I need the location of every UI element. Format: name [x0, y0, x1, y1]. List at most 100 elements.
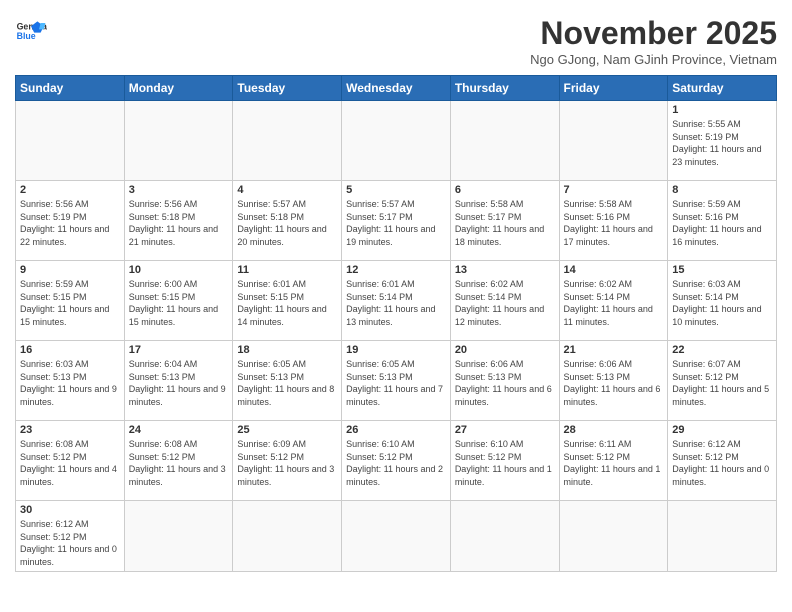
day-number: 26: [346, 424, 446, 436]
calendar-day-cell: [124, 501, 233, 572]
day-info: Sunrise: 6:09 AM Sunset: 5:12 PM Dayligh…: [237, 438, 337, 488]
day-info: Sunrise: 6:12 AM Sunset: 5:12 PM Dayligh…: [672, 438, 772, 488]
calendar-day-cell: [233, 101, 342, 181]
calendar-day-cell: 12 Sunrise: 6:01 AM Sunset: 5:14 PM Dayli…: [342, 261, 451, 341]
day-info: Sunrise: 6:01 AM Sunset: 5:15 PM Dayligh…: [237, 278, 337, 328]
column-header-thursday: Thursday: [450, 76, 559, 101]
day-info: Sunrise: 6:02 AM Sunset: 5:14 PM Dayligh…: [564, 278, 664, 328]
calendar-week-row: 1 Sunrise: 5:55 AM Sunset: 5:19 PM Daylig…: [16, 101, 777, 181]
calendar-day-cell: 25 Sunrise: 6:09 AM Sunset: 5:12 PM Dayli…: [233, 421, 342, 501]
day-number: 16: [20, 344, 120, 356]
day-number: 15: [672, 264, 772, 276]
day-info: Sunrise: 5:56 AM Sunset: 5:19 PM Dayligh…: [20, 198, 120, 248]
calendar-day-cell: [559, 101, 668, 181]
calendar-day-cell: 29 Sunrise: 6:12 AM Sunset: 5:12 PM Dayli…: [668, 421, 777, 501]
calendar-week-row: 16 Sunrise: 6:03 AM Sunset: 5:13 PM Dayli…: [16, 341, 777, 421]
day-info: Sunrise: 6:02 AM Sunset: 5:14 PM Dayligh…: [455, 278, 555, 328]
day-info: Sunrise: 5:58 AM Sunset: 5:17 PM Dayligh…: [455, 198, 555, 248]
calendar-day-cell: 9Sunrise: 5:59 AM Sunset: 5:15 PM Daylig…: [16, 261, 125, 341]
calendar-day-cell: [16, 101, 125, 181]
day-info: Sunrise: 6:10 AM Sunset: 5:12 PM Dayligh…: [346, 438, 446, 488]
day-number: 25: [237, 424, 337, 436]
day-info: Sunrise: 5:56 AM Sunset: 5:18 PM Dayligh…: [129, 198, 229, 248]
column-header-friday: Friday: [559, 76, 668, 101]
calendar-day-cell: [124, 101, 233, 181]
day-info: Sunrise: 6:07 AM Sunset: 5:12 PM Dayligh…: [672, 358, 772, 408]
day-info: Sunrise: 6:03 AM Sunset: 5:13 PM Dayligh…: [20, 358, 120, 408]
day-number: 30: [20, 504, 120, 516]
day-info: Sunrise: 6:10 AM Sunset: 5:12 PM Dayligh…: [455, 438, 555, 488]
day-number: 2: [20, 184, 120, 196]
logo-icon: General Blue: [15, 15, 47, 47]
day-info: Sunrise: 6:01 AM Sunset: 5:14 PM Dayligh…: [346, 278, 446, 328]
calendar-week-row: 30 Sunrise: 6:12 AM Sunset: 5:12 PM Dayli…: [16, 501, 777, 572]
day-number: 21: [564, 344, 664, 356]
calendar-day-cell: [668, 501, 777, 572]
column-header-tuesday: Tuesday: [233, 76, 342, 101]
calendar-day-cell: 24 Sunrise: 6:08 AM Sunset: 5:12 PM Dayli…: [124, 421, 233, 501]
day-number: 8: [672, 184, 772, 196]
day-number: 14: [564, 264, 664, 276]
calendar-day-cell: [559, 501, 668, 572]
day-number: 28: [564, 424, 664, 436]
day-info: Sunrise: 6:06 AM Sunset: 5:13 PM Dayligh…: [564, 358, 664, 408]
day-number: 24: [129, 424, 229, 436]
calendar-day-cell: 16 Sunrise: 6:03 AM Sunset: 5:13 PM Dayli…: [16, 341, 125, 421]
day-number: 29: [672, 424, 772, 436]
day-info: Sunrise: 6:12 AM Sunset: 5:12 PM Dayligh…: [20, 518, 120, 568]
day-number: 11: [237, 264, 337, 276]
calendar-day-cell: 26 Sunrise: 6:10 AM Sunset: 5:12 PM Dayli…: [342, 421, 451, 501]
day-number: 19: [346, 344, 446, 356]
day-number: 9: [20, 264, 120, 276]
day-info: Sunrise: 6:04 AM Sunset: 5:13 PM Dayligh…: [129, 358, 229, 408]
calendar-day-cell: 6Sunrise: 5:58 AM Sunset: 5:17 PM Daylig…: [450, 181, 559, 261]
day-number: 18: [237, 344, 337, 356]
day-number: 17: [129, 344, 229, 356]
title-block: November 2025 Ngo GJong, Nam GJinh Provi…: [530, 15, 777, 67]
calendar-day-cell: [450, 501, 559, 572]
day-info: Sunrise: 6:08 AM Sunset: 5:12 PM Dayligh…: [129, 438, 229, 488]
calendar-day-cell: 28Sunrise: 6:11 AM Sunset: 5:12 PM Dayli…: [559, 421, 668, 501]
day-info: Sunrise: 6:08 AM Sunset: 5:12 PM Dayligh…: [20, 438, 120, 488]
day-number: 20: [455, 344, 555, 356]
day-number: 27: [455, 424, 555, 436]
calendar-day-cell: 13 Sunrise: 6:02 AM Sunset: 5:14 PM Dayli…: [450, 261, 559, 341]
day-number: 10: [129, 264, 229, 276]
calendar-day-cell: [342, 501, 451, 572]
day-info: Sunrise: 5:59 AM Sunset: 5:16 PM Dayligh…: [672, 198, 772, 248]
day-number: 1: [672, 104, 772, 116]
calendar-day-cell: [450, 101, 559, 181]
day-info: Sunrise: 5:57 AM Sunset: 5:17 PM Dayligh…: [346, 198, 446, 248]
logo: General Blue: [15, 15, 47, 47]
day-info: Sunrise: 5:57 AM Sunset: 5:18 PM Dayligh…: [237, 198, 337, 248]
day-number: 22: [672, 344, 772, 356]
calendar-header-row: SundayMondayTuesdayWednesdayThursdayFrid…: [16, 76, 777, 101]
svg-text:Blue: Blue: [17, 31, 36, 41]
month-title: November 2025: [530, 15, 777, 52]
day-number: 23: [20, 424, 120, 436]
day-number: 12: [346, 264, 446, 276]
calendar-week-row: 9Sunrise: 5:59 AM Sunset: 5:15 PM Daylig…: [16, 261, 777, 341]
page-header: General Blue November 2025 Ngo GJong, Na…: [15, 15, 777, 67]
calendar-table: SundayMondayTuesdayWednesdayThursdayFrid…: [15, 75, 777, 572]
day-number: 4: [237, 184, 337, 196]
calendar-week-row: 23 Sunrise: 6:08 AM Sunset: 5:12 PM Dayli…: [16, 421, 777, 501]
calendar-day-cell: 14 Sunrise: 6:02 AM Sunset: 5:14 PM Dayli…: [559, 261, 668, 341]
calendar-day-cell: 19Sunrise: 6:05 AM Sunset: 5:13 PM Dayli…: [342, 341, 451, 421]
calendar-day-cell: 22 Sunrise: 6:07 AM Sunset: 5:12 PM Dayli…: [668, 341, 777, 421]
day-info: Sunrise: 6:06 AM Sunset: 5:13 PM Dayligh…: [455, 358, 555, 408]
calendar-day-cell: 23 Sunrise: 6:08 AM Sunset: 5:12 PM Dayli…: [16, 421, 125, 501]
calendar-day-cell: 2 Sunrise: 5:56 AM Sunset: 5:19 PM Daylig…: [16, 181, 125, 261]
day-number: 13: [455, 264, 555, 276]
calendar-day-cell: 10Sunrise: 6:00 AM Sunset: 5:15 PM Dayli…: [124, 261, 233, 341]
calendar-day-cell: [233, 501, 342, 572]
calendar-day-cell: 4 Sunrise: 5:57 AM Sunset: 5:18 PM Daylig…: [233, 181, 342, 261]
day-info: Sunrise: 5:55 AM Sunset: 5:19 PM Dayligh…: [672, 118, 772, 168]
calendar-day-cell: 17 Sunrise: 6:04 AM Sunset: 5:13 PM Dayli…: [124, 341, 233, 421]
calendar-day-cell: 1 Sunrise: 5:55 AM Sunset: 5:19 PM Daylig…: [668, 101, 777, 181]
calendar-day-cell: 8 Sunrise: 5:59 AM Sunset: 5:16 PM Daylig…: [668, 181, 777, 261]
calendar-day-cell: 20 Sunrise: 6:06 AM Sunset: 5:13 PM Dayli…: [450, 341, 559, 421]
day-info: Sunrise: 6:03 AM Sunset: 5:14 PM Dayligh…: [672, 278, 772, 328]
calendar-day-cell: 21 Sunrise: 6:06 AM Sunset: 5:13 PM Dayli…: [559, 341, 668, 421]
calendar-week-row: 2 Sunrise: 5:56 AM Sunset: 5:19 PM Daylig…: [16, 181, 777, 261]
